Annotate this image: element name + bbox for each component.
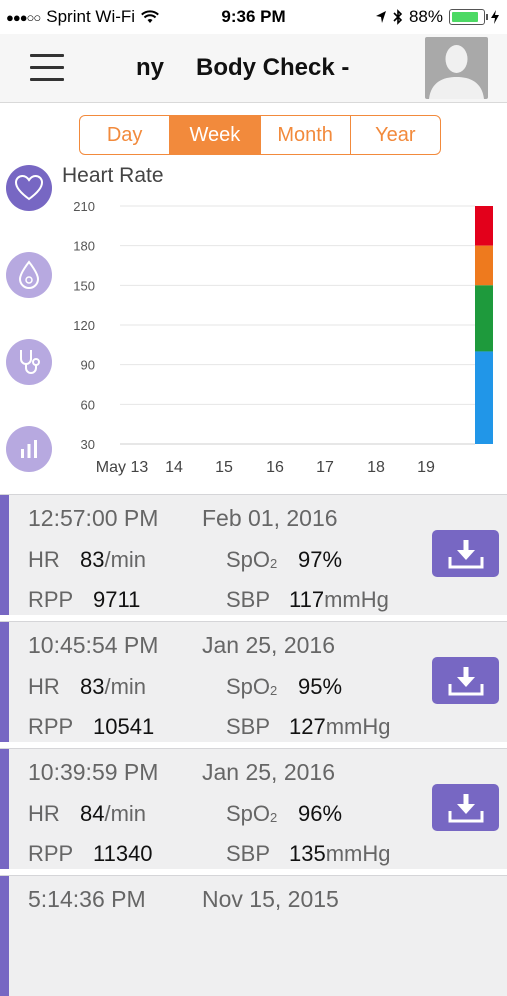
sbp-label: SBP bbox=[226, 587, 271, 612]
x-tick-label: May 13 bbox=[96, 459, 149, 476]
download-button[interactable] bbox=[432, 530, 499, 577]
record-text-part: /min bbox=[104, 674, 147, 699]
color-scale-band bbox=[475, 206, 493, 246]
rpp-value: 11340 bbox=[93, 841, 153, 866]
download-icon bbox=[448, 793, 483, 822]
record-time: 10:39:59 PM bbox=[28, 759, 159, 785]
y-tick-label: 60 bbox=[81, 397, 95, 412]
hr-label: HR bbox=[28, 674, 60, 699]
y-tick-label: 90 bbox=[81, 358, 95, 373]
x-tick-label: 19 bbox=[417, 459, 435, 476]
hr-label: HR bbox=[28, 801, 60, 826]
record-text-part: /min bbox=[104, 801, 147, 826]
heart-rate-chart: 210 180 150 120 90 60 30May 13 14 15 16 17 18 19 bbox=[73, 199, 493, 476]
record-text-part: SpO bbox=[226, 674, 271, 699]
record-text-part: SpO bbox=[226, 547, 271, 572]
y-tick-label: 120 bbox=[73, 318, 95, 333]
y-tick-label: 210 bbox=[73, 199, 95, 214]
download-icon bbox=[448, 539, 483, 568]
hr-value: 84/min bbox=[80, 801, 146, 827]
record-text-part: /min bbox=[104, 547, 147, 572]
record-text-part: mmHg bbox=[325, 841, 391, 866]
record-text-part: mmHg bbox=[324, 587, 389, 612]
x-tick-label: 16 bbox=[266, 459, 284, 476]
record-row[interactable]: 5:14:36 PM Nov 15, 2015 bbox=[0, 875, 507, 996]
record-text-part: 117 bbox=[289, 587, 325, 612]
rpp-value: 9711 bbox=[93, 587, 141, 612]
record-text-part: 83 bbox=[80, 674, 105, 699]
spo2-label: SpO2 bbox=[226, 674, 277, 700]
download-icon bbox=[448, 666, 483, 695]
spo2-label: SpO2 bbox=[226, 801, 277, 827]
sbp-value: 127mmHg bbox=[289, 714, 391, 740]
download-button[interactable] bbox=[432, 784, 499, 831]
y-tick-label: 30 bbox=[81, 437, 95, 452]
y-tick-label: 150 bbox=[73, 278, 95, 293]
record-date: Jan 25, 2016 bbox=[202, 759, 336, 785]
record-date: Jan 25, 2016 bbox=[202, 632, 336, 658]
record-text-part: 135 bbox=[289, 841, 326, 866]
rpp-label: RPP bbox=[28, 841, 74, 866]
sbp-value: 117mmHg bbox=[289, 587, 389, 613]
record-indicator bbox=[0, 495, 9, 615]
x-tick-label: 14 bbox=[165, 459, 183, 476]
rpp-label: RPP bbox=[28, 587, 74, 612]
record-text-part: 2 bbox=[270, 556, 278, 571]
record-time: 12:57:00 PM bbox=[28, 505, 159, 531]
hr-value: 83/min bbox=[80, 674, 146, 700]
hr-value: 83/min bbox=[80, 547, 146, 573]
record-row[interactable]: 10:45:54 PM Jan 25, 2016 HR 83/min SpO2 95% RP… bbox=[0, 621, 507, 742]
x-tick-label: 18 bbox=[367, 459, 385, 476]
spo2-label: SpO2 bbox=[226, 547, 277, 573]
hr-label: HR bbox=[28, 547, 60, 572]
record-date: Feb 01, 2016 bbox=[202, 505, 338, 531]
record-time: 10:45:54 PM bbox=[28, 632, 159, 658]
record-text-part: 127 bbox=[289, 714, 326, 739]
spo2-value: 95% bbox=[298, 674, 343, 699]
record-text-part: 83 bbox=[80, 547, 105, 572]
record-indicator bbox=[0, 749, 9, 869]
color-scale-band bbox=[475, 351, 493, 444]
x-tick-label: 15 bbox=[215, 459, 233, 476]
x-tick-label: 17 bbox=[316, 459, 334, 476]
record-indicator bbox=[0, 622, 9, 742]
spo2-value: 96% bbox=[298, 801, 343, 826]
rpp-value: 10541 bbox=[93, 714, 155, 739]
color-scale-band bbox=[475, 285, 493, 352]
y-tick-label: 180 bbox=[73, 239, 95, 254]
record-text-part: SpO bbox=[226, 801, 271, 826]
sbp-value: 135mmHg bbox=[289, 841, 391, 867]
record-text-part: 84 bbox=[80, 801, 105, 826]
record-text-part: 2 bbox=[270, 683, 278, 698]
record-row[interactable]: 12:57:00 PM Feb 01, 2016 HR 83/min SpO2 97% RP… bbox=[0, 494, 507, 615]
spo2-value: 97% bbox=[298, 547, 343, 572]
download-button[interactable] bbox=[432, 657, 499, 704]
record-text-part: 2 bbox=[270, 810, 278, 825]
rpp-label: RPP bbox=[28, 714, 74, 739]
record-row[interactable]: 10:39:59 PM Jan 25, 2016 HR 84/min SpO2 96% RP… bbox=[0, 748, 507, 869]
sbp-label: SBP bbox=[226, 841, 271, 866]
sbp-label: SBP bbox=[226, 714, 271, 739]
color-scale-band bbox=[475, 245, 493, 286]
record-indicator bbox=[0, 876, 9, 996]
record-text-part: mmHg bbox=[325, 714, 391, 739]
